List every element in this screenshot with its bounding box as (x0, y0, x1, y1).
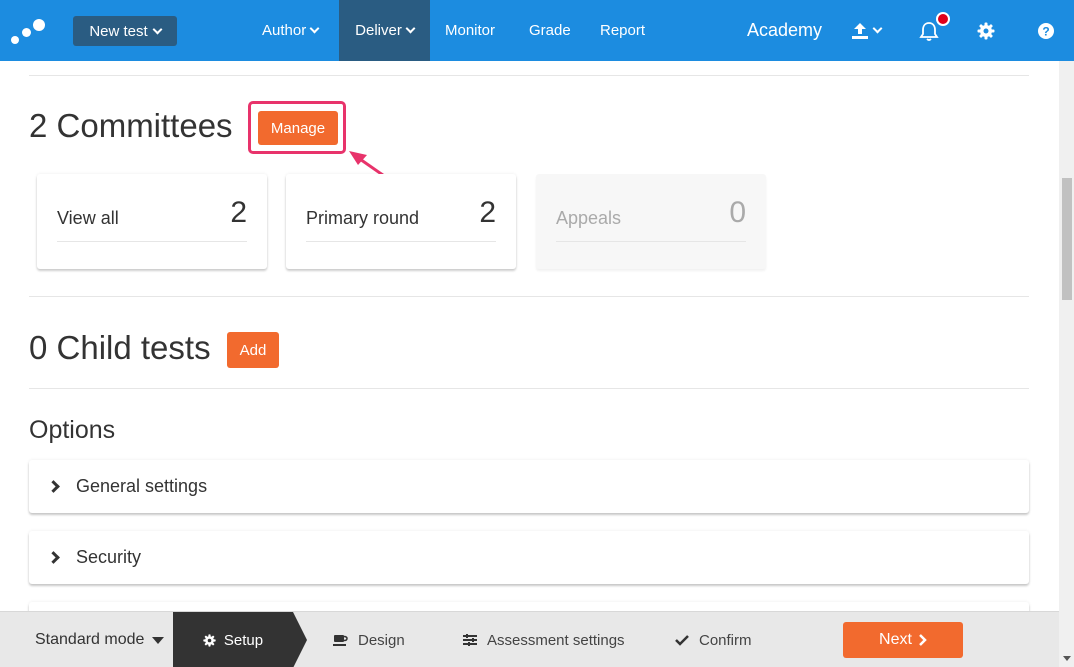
card-count: 0 (729, 196, 746, 229)
nav-report-label: Report (600, 22, 646, 39)
card-count: 2 (230, 196, 247, 229)
chevron-down-icon (309, 23, 320, 34)
mode-dropdown[interactable]: Standard mode (35, 612, 165, 667)
upload-menu-button[interactable] (845, 0, 887, 61)
gear-icon (203, 633, 216, 647)
svg-text:?: ? (1042, 24, 1049, 38)
nav-monitor-label: Monitor (445, 22, 496, 39)
scroll-down-arrow-icon[interactable] (1063, 656, 1071, 661)
new-test-label: New test (89, 22, 148, 40)
new-test-button[interactable]: New test (73, 16, 177, 46)
org-name[interactable]: Academy (747, 0, 822, 61)
next-label: Next (879, 631, 912, 648)
chevron-down-icon (405, 23, 416, 34)
nav-author-label: Author (262, 22, 307, 39)
step-label: Assessment settings (487, 631, 625, 649)
nav-monitor[interactable]: Monitor (445, 0, 495, 61)
chevron-right-icon (47, 480, 60, 493)
step-confirm[interactable]: Confirm (675, 612, 752, 667)
nav-deliver[interactable]: Deliver (339, 0, 430, 61)
accordion-label: Security (76, 547, 142, 567)
card-count: 2 (479, 196, 496, 229)
step-assessment-settings[interactable]: Assessment settings (463, 612, 625, 667)
settings-button[interactable] (974, 0, 998, 61)
accordion-label: General settings (76, 476, 208, 496)
app-logo[interactable] (8, 14, 48, 46)
accordion-general-settings[interactable]: General settings (29, 460, 1029, 513)
step-label: Confirm (699, 631, 752, 649)
nav-deliver-label: Deliver (355, 22, 402, 39)
mode-label: Standard mode (35, 631, 145, 648)
wizard-bar: Standard mode Setup Design Assessment se… (0, 611, 1059, 667)
nav-grade-label: Grade (529, 22, 571, 39)
top-nav: New test Author Deliver Monitor Grade Re… (0, 0, 1074, 61)
committees-title: 2 Committees (29, 107, 233, 144)
nav-grade[interactable]: Grade (529, 0, 571, 61)
divider (29, 388, 1029, 389)
main-panel: 2 Committees Manage View all 2 Primary r… (0, 61, 1059, 611)
caret-down-icon (152, 636, 165, 644)
chevron-down-icon (872, 23, 883, 34)
accordion-security[interactable]: Security (29, 531, 1029, 584)
card-underline (556, 241, 746, 242)
chevron-down-icon (152, 24, 163, 34)
sliders-icon (463, 634, 477, 646)
step-setup[interactable]: Setup (173, 612, 293, 667)
card-label: Primary round (306, 208, 420, 228)
coffee-cup-icon (333, 634, 348, 646)
gear-icon (977, 22, 995, 39)
committee-card-appeals: Appeals 0 (536, 174, 766, 269)
child-tests-title: 0 Child tests (29, 329, 211, 366)
manage-committees-button[interactable]: Manage (258, 111, 338, 145)
chevron-right-icon (919, 634, 927, 646)
notification-dot (936, 12, 950, 26)
accordion-next-section[interactable] (29, 602, 1029, 611)
card-underline (306, 241, 496, 242)
next-button[interactable]: Next (843, 622, 963, 658)
scrollbar-track[interactable] (1059, 61, 1074, 667)
card-label: Appeals (556, 208, 622, 228)
notifications-button[interactable] (912, 0, 950, 61)
checkmark-icon (675, 635, 689, 646)
nav-report[interactable]: Report (600, 0, 645, 61)
scrollbar-thumb[interactable] (1062, 178, 1072, 300)
help-button[interactable]: ? (1034, 0, 1058, 61)
options-title: Options (29, 416, 116, 444)
committee-card-primary-round[interactable]: Primary round 2 (286, 174, 516, 269)
card-underline (57, 241, 247, 242)
chevron-right-icon (47, 551, 60, 564)
step-label: Setup (223, 631, 264, 649)
divider (29, 75, 1029, 76)
help-icon: ? (1038, 22, 1054, 39)
add-child-test-button[interactable]: Add (227, 332, 279, 368)
step-arrow (293, 612, 307, 667)
committee-card-view-all[interactable]: View all 2 (37, 174, 267, 269)
card-label: View all (57, 208, 119, 228)
step-label: Design (358, 631, 405, 649)
nav-author[interactable]: Author (262, 0, 320, 61)
upload-icon (852, 22, 868, 39)
step-design[interactable]: Design (333, 612, 405, 667)
divider (29, 296, 1029, 297)
